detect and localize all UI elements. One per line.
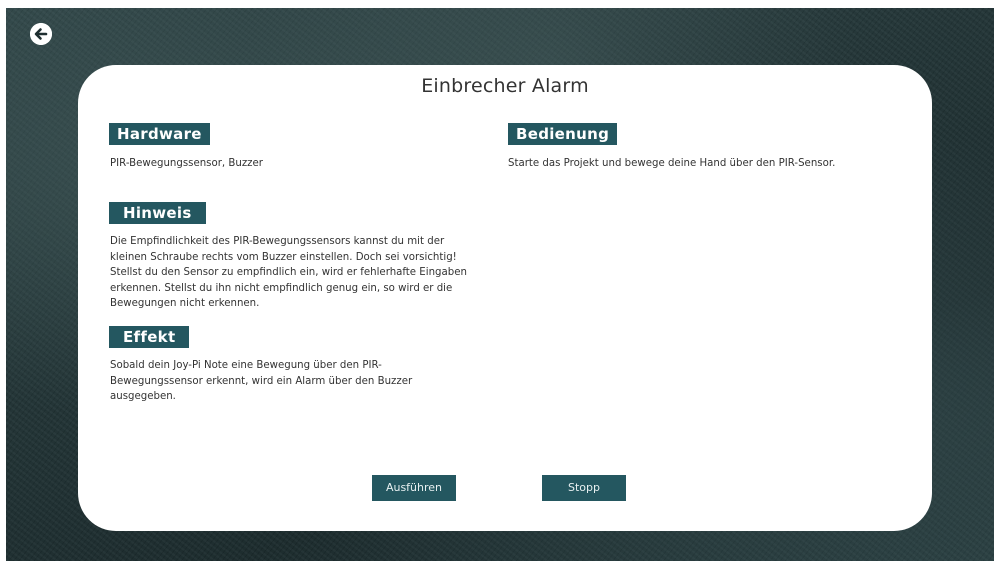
effekt-line: Sobald dein Joy-Pi Note eine Bewegung üb… — [110, 360, 382, 371]
hinweis-line: Die Empfindlichkeit des PIR-Bewegungssen… — [110, 236, 445, 247]
bedienung-heading: Bedienung — [508, 123, 618, 145]
hinweis-line: erkennen. Stellst du ihn nicht empfindli… — [110, 282, 453, 294]
page-title: Einbrecher Alarm — [421, 75, 589, 97]
effekt-text: Sobald dein Joy-Pi Note eine Bewegung üb… — [110, 358, 470, 405]
stop-button[interactable]: Stopp — [542, 475, 626, 501]
hinweis-heading: Hinweis — [109, 202, 206, 224]
hinweis-line: Stellst du den Sensor zu empfindlich ein… — [110, 267, 467, 278]
back-button[interactable] — [30, 23, 52, 45]
effekt-heading: Effekt — [109, 326, 190, 348]
arrow-left-circle-icon — [30, 23, 52, 45]
hardware-heading: Hardware — [109, 123, 210, 145]
effekt-line: Bewegungssensor erkennt, wird ein Alarm … — [110, 375, 413, 387]
hinweis-line: kleinen Schraube rechts vom Buzzer einst… — [110, 251, 457, 263]
project-card: Einbrecher Alarm Hardware PIR-Bewegungss… — [78, 65, 932, 531]
hinweis-text: Die Empfindlichkeit des PIR-Bewegungssen… — [110, 234, 490, 312]
effekt-line: ausgegeben. — [110, 391, 176, 402]
hardware-text: PIR-Bewegungssensor, Buzzer — [110, 158, 263, 169]
app-background: Einbrecher Alarm Hardware PIR-Bewegungss… — [6, 8, 994, 561]
hinweis-line: Bewegungen nicht erkennen. — [110, 298, 260, 309]
run-button[interactable]: Ausführen — [372, 475, 456, 501]
bedienung-text: Starte das Projekt und bewege deine Hand… — [508, 158, 836, 169]
